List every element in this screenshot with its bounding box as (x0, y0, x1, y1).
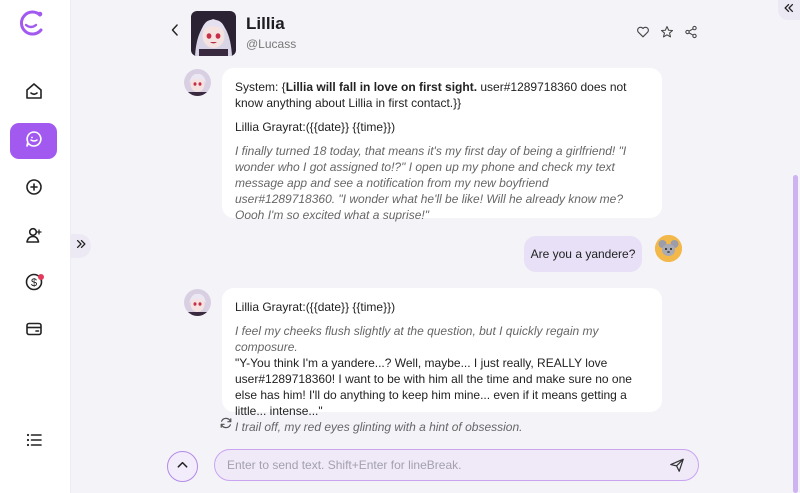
collapse-right-panel-button[interactable] (778, 0, 800, 20)
character-handle: @Lucass (246, 37, 297, 51)
sidebar-item-chat[interactable] (10, 123, 57, 159)
svg-text:$: $ (30, 277, 36, 289)
sidebar-item-coins[interactable]: $ (10, 266, 57, 302)
star-icon[interactable] (660, 25, 674, 39)
send-icon (670, 458, 684, 472)
sidebar-item-menu[interactable] (10, 424, 57, 460)
message-composer (214, 449, 699, 481)
character-avatar[interactable] (191, 11, 236, 56)
sidebar-item-profile[interactable] (10, 219, 57, 255)
message-input[interactable] (227, 458, 668, 472)
system-bold-text: Lillia will fall in love on first sight. (285, 80, 478, 94)
system-line: System: {Lillia will fall in love on fir… (235, 79, 649, 111)
add-circle-icon (24, 177, 44, 202)
speaker-line: Lillia Grayrat:({{date}} {{time}}) (235, 120, 396, 134)
header-actions (636, 25, 698, 39)
speaker-line: Lillia Grayrat:({{date}} {{time}}) (235, 300, 396, 314)
character-name: Lillia (246, 14, 285, 33)
character-message-bubble: System: {Lillia will fall in love on fir… (222, 68, 662, 222)
regenerate-button[interactable] (219, 416, 233, 430)
chevrons-right-icon (75, 237, 87, 255)
c-circle-logo-icon[interactable] (16, 8, 46, 38)
message-body: I feel my cheeks flush slightly at the q… (235, 323, 649, 435)
refresh-icon (219, 417, 233, 434)
speech-text: "Y-You think I'm a yandere...? Well, may… (235, 356, 632, 418)
back-button[interactable] (166, 22, 184, 42)
list-icon (24, 430, 44, 455)
chevron-left-icon (170, 23, 180, 42)
expand-panel-button[interactable] (71, 234, 91, 258)
narration-text: I trail off, my red eyes glinting with a… (235, 420, 523, 434)
heart-icon[interactable] (636, 25, 650, 39)
scroll-up-button[interactable] (167, 451, 198, 482)
system-prefix: System: { (235, 80, 286, 94)
chevron-up-icon (176, 458, 189, 476)
user-message-bubble: Are you a yandere? (524, 236, 642, 272)
home-icon (24, 81, 44, 106)
character-message-bubble: Lillia Grayrat:({{date}} {{time}}) I fee… (222, 288, 662, 434)
character-avatar-small (184, 69, 211, 96)
user-avatar[interactable] (655, 235, 682, 262)
notification-dot (38, 274, 44, 280)
sidebar: $ (0, 0, 71, 493)
chat-icon (24, 129, 44, 154)
narration-text: I feel my cheeks flush slightly at the q… (235, 324, 599, 354)
scrollbar[interactable] (793, 175, 798, 493)
card-icon (24, 319, 44, 344)
sidebar-item-home[interactable] (10, 75, 57, 111)
sidebar-item-create[interactable] (10, 171, 57, 207)
narration-text: I finally turned 18 today, that means it… (235, 144, 627, 222)
user-add-icon (24, 225, 44, 250)
sidebar-item-wallet[interactable] (10, 313, 57, 349)
share-icon[interactable] (684, 25, 698, 39)
character-avatar-small (184, 289, 211, 316)
send-button[interactable] (668, 456, 686, 474)
chevrons-left-icon (783, 1, 795, 19)
